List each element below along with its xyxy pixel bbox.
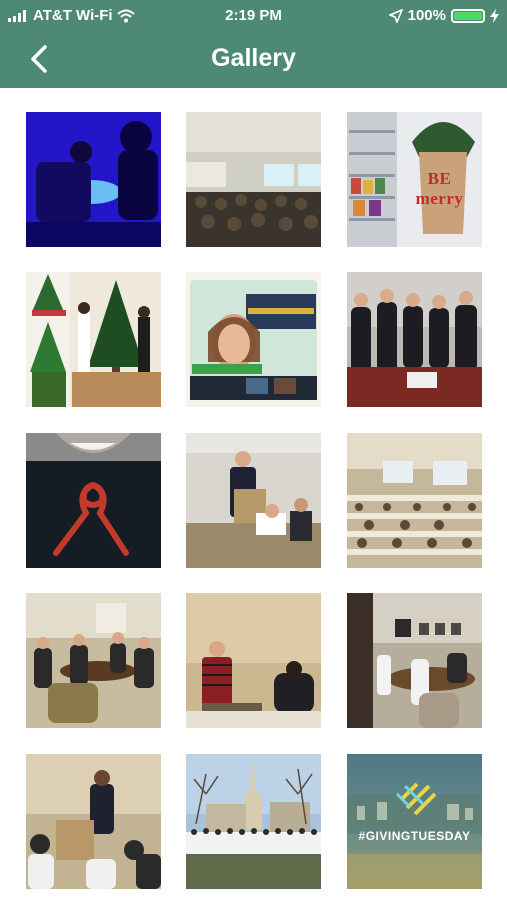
gallery-photo-6[interactable] (347, 272, 482, 407)
photo-15-caption: #GIVINGTUESDAY (358, 829, 471, 843)
gallery-photo-9[interactable] (347, 433, 482, 568)
photo-7-image (26, 433, 161, 568)
photo-12-image (347, 593, 482, 728)
gallery-photo-5[interactable] (186, 272, 321, 407)
photo-14-image (186, 754, 321, 889)
photo-13-image (26, 754, 161, 889)
photo-3-caption: BE merry (415, 169, 464, 208)
app-header: AT&T Wi-Fi 2:19 PM 100% Gallery (0, 0, 507, 88)
photo-15-image (347, 754, 482, 889)
status-right: 100% (388, 7, 499, 24)
photo-1-image (26, 112, 161, 247)
photo-6-image (347, 272, 482, 407)
photo-10-image (26, 593, 161, 728)
photo-8-image (186, 433, 321, 568)
photo-5-image (186, 272, 321, 407)
charging-icon (490, 8, 499, 23)
location-icon (388, 8, 403, 23)
photo-9-image (347, 433, 482, 568)
gallery-photo-11[interactable] (186, 593, 321, 728)
gallery-photo-12[interactable] (347, 593, 482, 728)
nav-bar: Gallery (0, 36, 507, 82)
gallery-photo-4[interactable] (26, 272, 161, 407)
gallery-photo-8[interactable] (186, 433, 321, 568)
photo-4-image (26, 272, 161, 407)
battery-icon (451, 8, 485, 23)
gallery-photo-1[interactable] (26, 112, 161, 247)
gallery-photo-7[interactable] (26, 433, 161, 568)
photo-11-image (186, 593, 321, 728)
photo-2-image (186, 112, 321, 247)
gallery-photo-10[interactable] (26, 593, 161, 728)
battery-percent: 100% (407, 7, 446, 24)
gallery-photo-15[interactable]: #GIVINGTUESDAY (347, 754, 482, 889)
gallery-photo-3[interactable]: BE merry (347, 112, 482, 247)
status-bar: AT&T Wi-Fi 2:19 PM 100% (0, 0, 507, 30)
gallery-photo-2[interactable] (186, 112, 321, 247)
gallery-photo-14[interactable] (186, 754, 321, 889)
gallery-photo-13[interactable] (26, 754, 161, 889)
page-title: Gallery (211, 44, 296, 72)
